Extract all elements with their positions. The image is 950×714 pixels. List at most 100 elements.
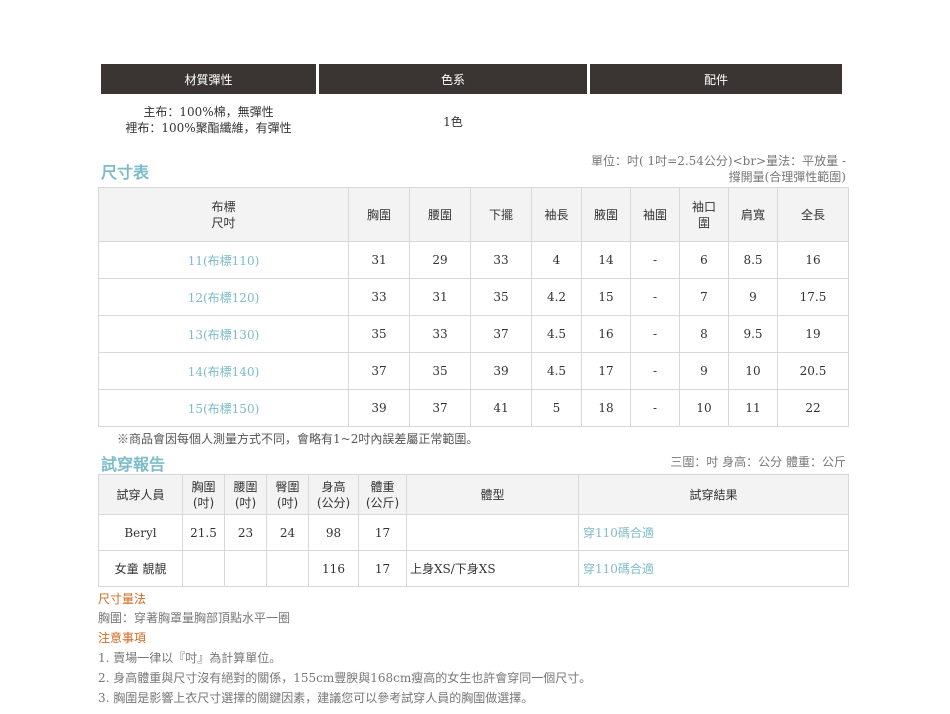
col-sleeve-length: 袖長	[531, 187, 582, 242]
cell: 39	[348, 389, 410, 427]
measure-title: 尺寸量法	[98, 592, 147, 606]
cell: 33	[348, 278, 410, 316]
table-row: 14(布標140) 37 35 39 4.5 17 - 9 10 20.5	[98, 352, 849, 390]
size-unit-note-line: 撐開量(合理彈性範圍)	[728, 170, 846, 184]
fitting-header-row: 試穿人員 胸圍 (吋) 腰圍 (吋) 臀圍 (吋) 身高 (公分) 體重 (公斤) 體型 …	[98, 474, 849, 515]
col-hip-unit: (吋)	[276, 495, 299, 510]
cell: 39	[470, 352, 532, 390]
cell: 37	[470, 315, 532, 353]
table-row: 13(布標130) 35 33 37 4.5 16 - 8 9.5 19	[98, 315, 849, 353]
cell: 8	[679, 315, 729, 353]
notice-item: 1. 賣場一律以『吋』為計算單位。	[98, 651, 282, 665]
size-label-header: 布標 尺吋	[98, 187, 349, 242]
measure-text: 胸圍：穿著胸罩量胸部頂點水平一圈	[98, 611, 291, 625]
cell: 16	[581, 315, 631, 353]
cell: 10	[679, 389, 729, 427]
size-label-header-line: 布標	[211, 199, 236, 214]
col-chest-line: 胸圍	[191, 479, 216, 494]
col-result: 試穿結果	[578, 474, 849, 515]
fitting-unit-note: 三圍：吋 身高：公分 體重：公斤	[670, 455, 846, 469]
table-row: 女童 靚靚 116 17 上身XS/下身XS 穿110碼合適	[98, 550, 849, 587]
cell: 35	[470, 278, 532, 316]
cell	[182, 550, 225, 587]
fabric-line: 裡布：100%聚酯纖維，有彈性	[125, 121, 292, 135]
cell	[266, 550, 309, 587]
col-hem: 下擺	[470, 187, 532, 242]
cell: 17	[358, 514, 407, 551]
table-row: 15(布標150) 39 37 41 5 18 - 10 11 22	[98, 389, 849, 427]
col-waist-line: 腰圍	[233, 479, 258, 494]
fit-result: 穿110碼合適	[578, 550, 849, 587]
cell: 9	[728, 278, 778, 316]
cell: 16	[777, 241, 849, 279]
col-waist: 腰圍	[409, 187, 471, 242]
cell: 4	[531, 241, 582, 279]
cell: 21.5	[182, 514, 225, 551]
size-chart-title: 尺寸表	[101, 163, 150, 182]
col-waist-unit: (吋)	[234, 495, 257, 510]
size-chart-table: 布標 尺吋 胸圍 腰圍 下擺 袖長 腋圍 袖圍 袖口圍 肩寬 全長 11(布標1…	[98, 187, 849, 427]
col-waist: 腰圍 (吋)	[224, 474, 267, 515]
person-name: 女童 靚靚	[98, 550, 183, 587]
notice-item: 3. 胸圍是影響上衣尺寸選擇的關鍵因素，建議您可以參考試穿人員的胸圍做選擇。	[98, 691, 534, 705]
table-row: 12(布標120) 33 31 35 4.2 15 - 7 9 17.5	[98, 278, 849, 316]
size-label: 13(布標130)	[98, 315, 349, 353]
cell: 20.5	[777, 352, 849, 390]
col-weight-unit: (公斤)	[365, 495, 400, 510]
cell: 19	[777, 315, 849, 353]
col-body-type: 體型	[406, 474, 579, 515]
cell: 37	[409, 389, 471, 427]
cell: 33	[470, 241, 532, 279]
size-label: 12(布標120)	[98, 278, 349, 316]
table-row: 11(布標110) 31 29 33 4 14 - 6 8.5 16	[98, 241, 849, 279]
cell: -	[630, 315, 680, 353]
cell: 23	[224, 514, 267, 551]
col-shoulder: 肩寬	[728, 187, 778, 242]
cell: 9	[679, 352, 729, 390]
cell: 17.5	[777, 278, 849, 316]
color-header: 色系	[319, 64, 587, 94]
cell: 29	[409, 241, 471, 279]
cell: 98	[308, 514, 359, 551]
col-length: 全長	[777, 187, 849, 242]
cell: 4.5	[531, 315, 582, 353]
col-height: 身高 (公分)	[308, 474, 359, 515]
size-chart-header-row: 布標 尺吋 胸圍 腰圍 下擺 袖長 腋圍 袖圍 袖口圍 肩寬 全長	[98, 187, 849, 242]
size-unit-note-line: 單位：吋( 1吋=2.54公分)<br>量法：平放量 -	[591, 154, 846, 168]
fit-result: 穿110碼合適	[578, 514, 849, 551]
cell: 31	[409, 278, 471, 316]
col-height-line: 身高	[321, 479, 346, 494]
cell: 37	[348, 352, 410, 390]
cell: 8.5	[728, 241, 778, 279]
fitting-table: 試穿人員 胸圍 (吋) 腰圍 (吋) 臀圍 (吋) 身高 (公分) 體重 (公斤) 體型 …	[98, 474, 849, 587]
cell: 22	[777, 389, 849, 427]
col-sleeve-width: 袖圍	[630, 187, 680, 242]
cell: 41	[470, 389, 532, 427]
cell: 33	[409, 315, 471, 353]
col-person: 試穿人員	[98, 474, 183, 515]
cell: 7	[679, 278, 729, 316]
cell: 9.5	[728, 315, 778, 353]
cell: 24	[266, 514, 309, 551]
cell: 14	[581, 241, 631, 279]
size-label: 11(布標110)	[98, 241, 349, 279]
cell: 5	[531, 389, 582, 427]
col-chest: 胸圍	[348, 187, 410, 242]
cell: 17	[581, 352, 631, 390]
person-name: Beryl	[98, 514, 183, 551]
col-chest-unit: (吋)	[192, 495, 215, 510]
table-row: Beryl 21.5 23 24 98 17 穿110碼合適	[98, 514, 849, 551]
fabric-info: 主布：100%棉，無彈性 裡布：100%聚酯纖維，有彈性	[101, 104, 316, 136]
cell: 4.2	[531, 278, 582, 316]
color-value: 1色	[443, 115, 463, 129]
accessory-header: 配件	[590, 64, 842, 94]
body-type: 上身XS/下身XS	[406, 550, 579, 587]
col-weight-line: 體重	[370, 479, 395, 494]
cell: 35	[348, 315, 410, 353]
notice-item: 2. 身高體重與尺寸沒有絕對的關係，155cm豐腴與168cm瘦高的女生也許會穿…	[98, 671, 592, 685]
cell: 18	[581, 389, 631, 427]
cell: 6	[679, 241, 729, 279]
material-header: 材質彈性	[101, 64, 316, 94]
notice-title: 注意事項	[98, 631, 147, 645]
col-height-unit: (公分)	[316, 495, 351, 510]
